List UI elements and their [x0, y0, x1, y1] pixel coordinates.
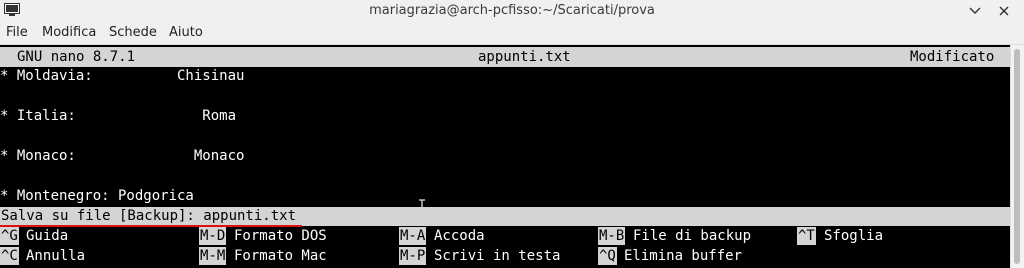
nano-filename: appunti.txt — [478, 49, 571, 65]
nano-status: Modificato — [910, 49, 995, 65]
close-button[interactable] — [995, 2, 1013, 20]
terminal-view[interactable]: GNU nano 8.7.1 appunti.txt Modificato * … — [0, 45, 1010, 268]
shortcut-key-browse: ^T — [797, 227, 816, 245]
menu-modifica[interactable]: Modifica — [42, 25, 96, 40]
menu-bar: File Modifica Schede Aiuto — [0, 22, 1024, 45]
shortcut-key-backup: M-B — [598, 227, 626, 245]
shortcut-label-prepend[interactable]: Scrivi in testa — [434, 247, 560, 265]
editor-line-5[interactable]: * Monaco: Monaco — [0, 146, 244, 166]
shortcut-key-mac-format: M-M — [199, 247, 227, 265]
shortcut-label-backup[interactable]: File di backup — [633, 227, 751, 245]
window-titlebar[interactable]: mariagrazia@arch-pcfisso:~/Scaricati/pro… — [0, 0, 1024, 23]
shortcut-label-append[interactable]: Accoda — [434, 227, 485, 245]
shortcut-key-prepend: M-P — [399, 247, 427, 265]
shortcut-key-append: M-A — [399, 227, 427, 245]
vertical-scrollbar[interactable] — [1010, 45, 1024, 268]
minimize-button[interactable] — [966, 2, 984, 20]
shortcut-label-dos-format[interactable]: Formato DOS — [234, 227, 327, 245]
minimize-icon — [969, 7, 981, 14]
nano-version: GNU nano 8.7.1 — [17, 49, 136, 65]
menu-aiuto[interactable]: Aiuto — [169, 25, 203, 40]
shortcut-label-cancel[interactable]: Annulla — [26, 247, 85, 265]
save-prompt-bar[interactable]: Salva su file [Backup]: appunti.txt — [0, 207, 1010, 226]
shortcut-key-dos-format: M-D — [199, 227, 227, 245]
nano-header-bar: GNU nano 8.7.1 appunti.txt Modificato — [0, 47, 1010, 67]
close-icon — [999, 6, 1009, 16]
editor-line-3[interactable]: * Italia: Roma — [0, 106, 236, 126]
shortcut-label-mac-format[interactable]: Formato Mac — [234, 247, 327, 265]
shortcut-label-browse[interactable]: Sfoglia — [824, 227, 883, 245]
save-prompt-text[interactable]: Salva su file [Backup]: appunti.txt — [1, 207, 296, 226]
scrollbar-thumb[interactable] — [1014, 49, 1020, 264]
shortcut-key-help: ^G — [0, 227, 19, 245]
editor-line-1[interactable]: * Moldavia: Chisinau — [0, 66, 244, 86]
shortcut-key-discard-buffer: ^Q — [598, 247, 617, 265]
shortcut-label-discard-buffer[interactable]: Elimina buffer — [624, 247, 742, 265]
menu-file[interactable]: File — [6, 25, 28, 40]
editor-line-7[interactable]: * Montenegro: Podgorica — [0, 186, 194, 206]
shortcut-key-cancel: ^C — [0, 247, 19, 265]
window-title: mariagrazia@arch-pcfisso:~/Scaricati/pro… — [369, 3, 655, 18]
menu-schede[interactable]: Schede — [109, 25, 157, 40]
shortcut-label-help[interactable]: Guida — [26, 227, 68, 245]
